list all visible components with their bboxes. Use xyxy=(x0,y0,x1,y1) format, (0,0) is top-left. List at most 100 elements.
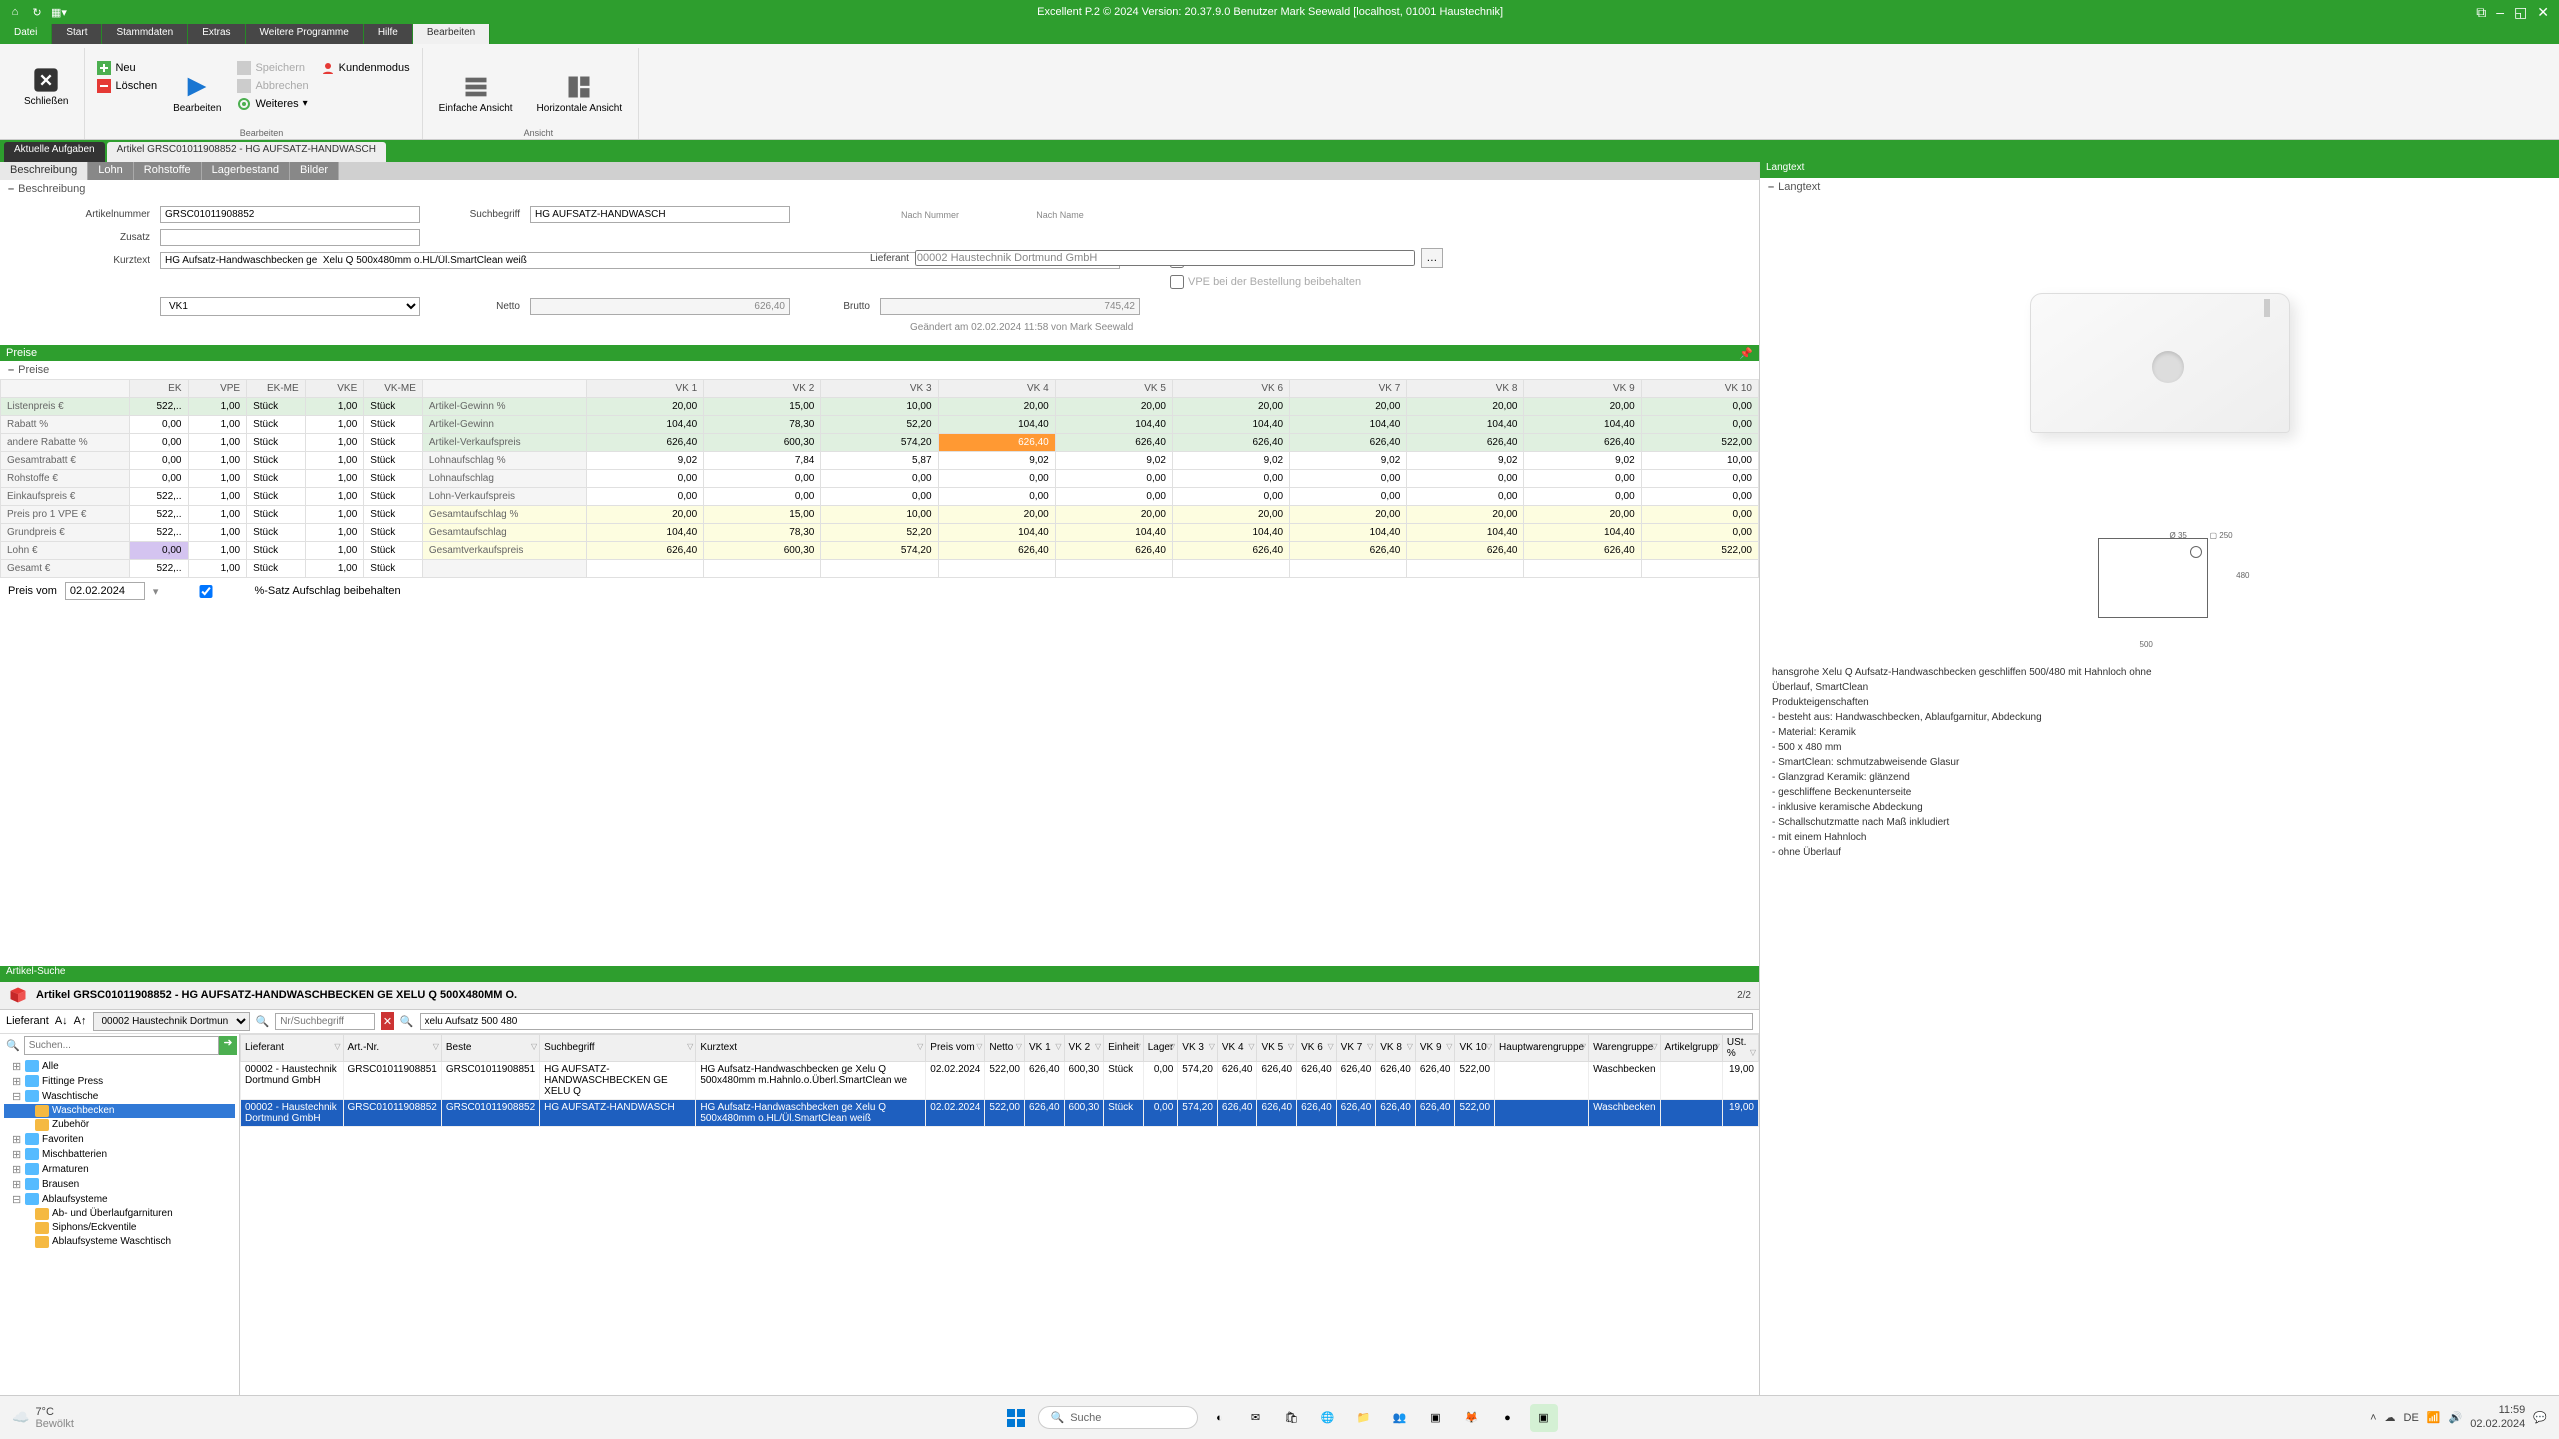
table-row[interactable]: 00002 - Haustechnik Dortmund GmbHGRSC010… xyxy=(241,1061,1759,1099)
tree-node[interactable]: ⊟ Ablaufsysteme xyxy=(4,1192,235,1207)
quick-home-icon[interactable]: ⌂ xyxy=(6,3,24,21)
subtab-lagerbestand[interactable]: Lagerbestand xyxy=(202,162,290,180)
number-search-input[interactable] xyxy=(275,1013,375,1030)
netto-input[interactable] xyxy=(530,298,790,315)
dimension-drawing: Ø 35 ▢ 250 480 500 xyxy=(2070,530,2250,650)
vk-select[interactable]: VK1 xyxy=(160,297,420,316)
box-icon xyxy=(8,985,28,1005)
tree-node[interactable]: Ab- und Überlaufgarnituren xyxy=(4,1207,235,1221)
window-pop-out-icon[interactable]: ⧉ xyxy=(2476,4,2486,21)
search-icon[interactable]: 🔍 xyxy=(256,1012,270,1030)
tray-wifi-icon[interactable]: 📶 xyxy=(2427,1411,2441,1424)
tray-notifications-icon[interactable]: 💬 xyxy=(2533,1411,2547,1424)
tab-article[interactable]: Artikel GRSC01011908852 - HG AUFSATZ-HAN… xyxy=(107,142,386,162)
app-title: Excellent P.2 © 2024 Version: 20.37.9.0 … xyxy=(74,6,2466,18)
tray-onedrive-icon[interactable]: ☁ xyxy=(2385,1411,2396,1424)
quick-calendar-icon[interactable]: ▦▾ xyxy=(50,3,68,21)
tab-tasks[interactable]: Aktuelle Aufgaben xyxy=(4,142,105,162)
tree-search-input[interactable] xyxy=(24,1036,219,1055)
taskbar-edge-icon[interactable]: 🌐 xyxy=(1314,1404,1342,1432)
window-close-icon[interactable]: ✕ xyxy=(2537,4,2549,21)
addition-input[interactable] xyxy=(160,229,420,246)
article-number-input[interactable] xyxy=(160,206,420,223)
taskbar-store-icon[interactable]: 🛍 xyxy=(1278,1404,1306,1432)
cancel-button[interactable]: Abbrechen xyxy=(233,78,312,94)
sort-asc-icon[interactable]: A↓ xyxy=(55,1012,68,1030)
pct-surcharge-checkbox[interactable] xyxy=(166,585,246,598)
clear-search-icon[interactable]: ✕ xyxy=(381,1012,394,1030)
description-panel: Artikelnummer Suchbegriff Nach Nummer Na… xyxy=(0,198,1759,345)
horizontal-view-button[interactable]: Horizontale Ansicht xyxy=(529,56,631,132)
simple-view-button[interactable]: Einfache Ansicht xyxy=(431,56,521,132)
tree-node[interactable]: Waschbecken xyxy=(4,1104,235,1118)
tray-lang-icon[interactable]: DE xyxy=(2404,1412,2419,1424)
subtab-beschreibung[interactable]: Beschreibung xyxy=(0,162,88,180)
window-maximize-icon[interactable]: ◱ xyxy=(2514,4,2527,21)
menu-bearbeiten[interactable]: Bearbeiten xyxy=(413,24,490,44)
search-results-grid[interactable]: Lieferant▽Art.-Nr.▽Beste▽Suchbegriff▽Kur… xyxy=(240,1034,1759,1396)
weather-widget[interactable]: ☁️ 7°CBewölkt xyxy=(12,1406,74,1430)
subtab-lohn[interactable]: Lohn xyxy=(88,162,133,180)
keep-vpe-checkbox[interactable] xyxy=(1170,275,1184,289)
description-section-header: Beschreibung xyxy=(0,180,1759,198)
text-search-input[interactable] xyxy=(420,1013,1753,1030)
window-minimize-icon[interactable]: – xyxy=(2496,4,2504,21)
quick-refresh-icon[interactable]: ↻ xyxy=(28,3,46,21)
more-button[interactable]: Weiteres ▾ xyxy=(233,96,312,112)
sort-desc-icon[interactable]: A↑ xyxy=(74,1012,87,1030)
customer-mode-button[interactable]: Kundenmodus xyxy=(317,60,414,76)
close-button[interactable]: Schließen xyxy=(16,48,76,124)
tree-node[interactable]: ⊞ Fittinge Press xyxy=(4,1074,235,1089)
tree-node[interactable]: ⊞ Brausen xyxy=(4,1177,235,1192)
price-date-input[interactable] xyxy=(65,582,145,600)
tray-chevron-icon[interactable]: ˄ xyxy=(2370,1412,2376,1424)
prices-grid[interactable]: EKVPEEK-MEVKEVK-MEVK 1VK 2VK 3VK 4VK 5VK… xyxy=(0,379,1759,578)
subtab-rohstoffe[interactable]: Rohstoffe xyxy=(134,162,202,180)
tray-clock[interactable]: 11:5902.02.2024 xyxy=(2470,1404,2525,1430)
category-tree[interactable]: 🔍 ➜ ⊞ Alle⊞ Fittinge Press⊟ Waschtische … xyxy=(0,1034,240,1396)
search-term-input[interactable] xyxy=(530,206,790,223)
taskbar-app2-icon[interactable]: ● xyxy=(1494,1404,1522,1432)
taskbar-teams-icon[interactable]: 👥 xyxy=(1386,1404,1414,1432)
tree-node[interactable]: ⊟ Waschtische xyxy=(4,1089,235,1104)
search-icon-2[interactable]: 🔍 xyxy=(400,1012,414,1030)
article-subtabs: BeschreibungLohnRohstoffeLagerbestandBil… xyxy=(0,162,1759,180)
save-button[interactable]: Speichern xyxy=(233,60,312,76)
taskbar-copilot-icon[interactable]: ◐ xyxy=(1206,1404,1234,1432)
menu-extras[interactable]: Extras xyxy=(188,24,245,44)
menu-stammdaten[interactable]: Stammdaten xyxy=(102,24,188,44)
taskbar-firefox-icon[interactable]: 🦊 xyxy=(1458,1404,1486,1432)
taskbar-mail-icon[interactable]: ✉ xyxy=(1242,1404,1270,1432)
brutto-input[interactable] xyxy=(880,298,1140,315)
tray-volume-icon[interactable]: 🔊 xyxy=(2449,1411,2463,1424)
table-row[interactable]: 00002 - Haustechnik Dortmund GmbHGRSC010… xyxy=(241,1099,1759,1126)
tree-node[interactable]: ⊞ Favoriten xyxy=(4,1132,235,1147)
tree-node[interactable]: ⊞ Alle xyxy=(4,1059,235,1074)
taskbar-app3-icon[interactable]: ▣ xyxy=(1530,1404,1558,1432)
menu-datei[interactable]: Datei xyxy=(0,24,52,44)
tree-search-go[interactable]: ➜ xyxy=(219,1036,237,1055)
delete-button[interactable]: Löschen xyxy=(93,78,161,94)
title-bar: ⌂ ↻ ▦▾ Excellent P.2 © 2024 Version: 20.… xyxy=(0,0,2559,24)
tree-node[interactable]: ⊞ Mischbatterien xyxy=(4,1147,235,1162)
taskbar-explorer-icon[interactable]: 📁 xyxy=(1350,1404,1378,1432)
windows-taskbar: ☁️ 7°CBewölkt 🔍 Suche ◐ ✉ 🛍 🌐 📁 👥 ▣ 🦊 ● … xyxy=(0,1395,2559,1439)
menu-start[interactable]: Start xyxy=(52,24,102,44)
taskbar-app1-icon[interactable]: ▣ xyxy=(1422,1404,1450,1432)
pin-icon[interactable]: 📌 xyxy=(1739,347,1753,360)
edit-button[interactable]: Bearbeiten xyxy=(165,56,229,132)
menu-hilfe[interactable]: Hilfe xyxy=(364,24,413,44)
taskbar-search[interactable]: 🔍 Suche xyxy=(1038,1406,1198,1429)
tree-node[interactable]: Siphons/Eckventile xyxy=(4,1221,235,1235)
tree-node[interactable]: ⊞ Armaturen xyxy=(4,1162,235,1177)
supplier-lookup-button[interactable]: … xyxy=(1421,248,1443,268)
subtab-bilder[interactable]: Bilder xyxy=(290,162,339,180)
tree-node[interactable]: Ablaufsysteme Waschtisch xyxy=(4,1235,235,1249)
new-button[interactable]: Neu xyxy=(93,60,161,76)
menu-weitere programme[interactable]: Weitere Programme xyxy=(246,24,364,44)
supplier-input[interactable] xyxy=(915,250,1415,266)
supplier-filter-select[interactable]: 00002 Haustechnik Dortmun xyxy=(93,1012,250,1031)
document-tabs: Aktuelle Aufgaben Artikel GRSC0101190885… xyxy=(0,140,2559,162)
tree-node[interactable]: Zubehör xyxy=(4,1118,235,1132)
start-button[interactable] xyxy=(1002,1404,1030,1432)
